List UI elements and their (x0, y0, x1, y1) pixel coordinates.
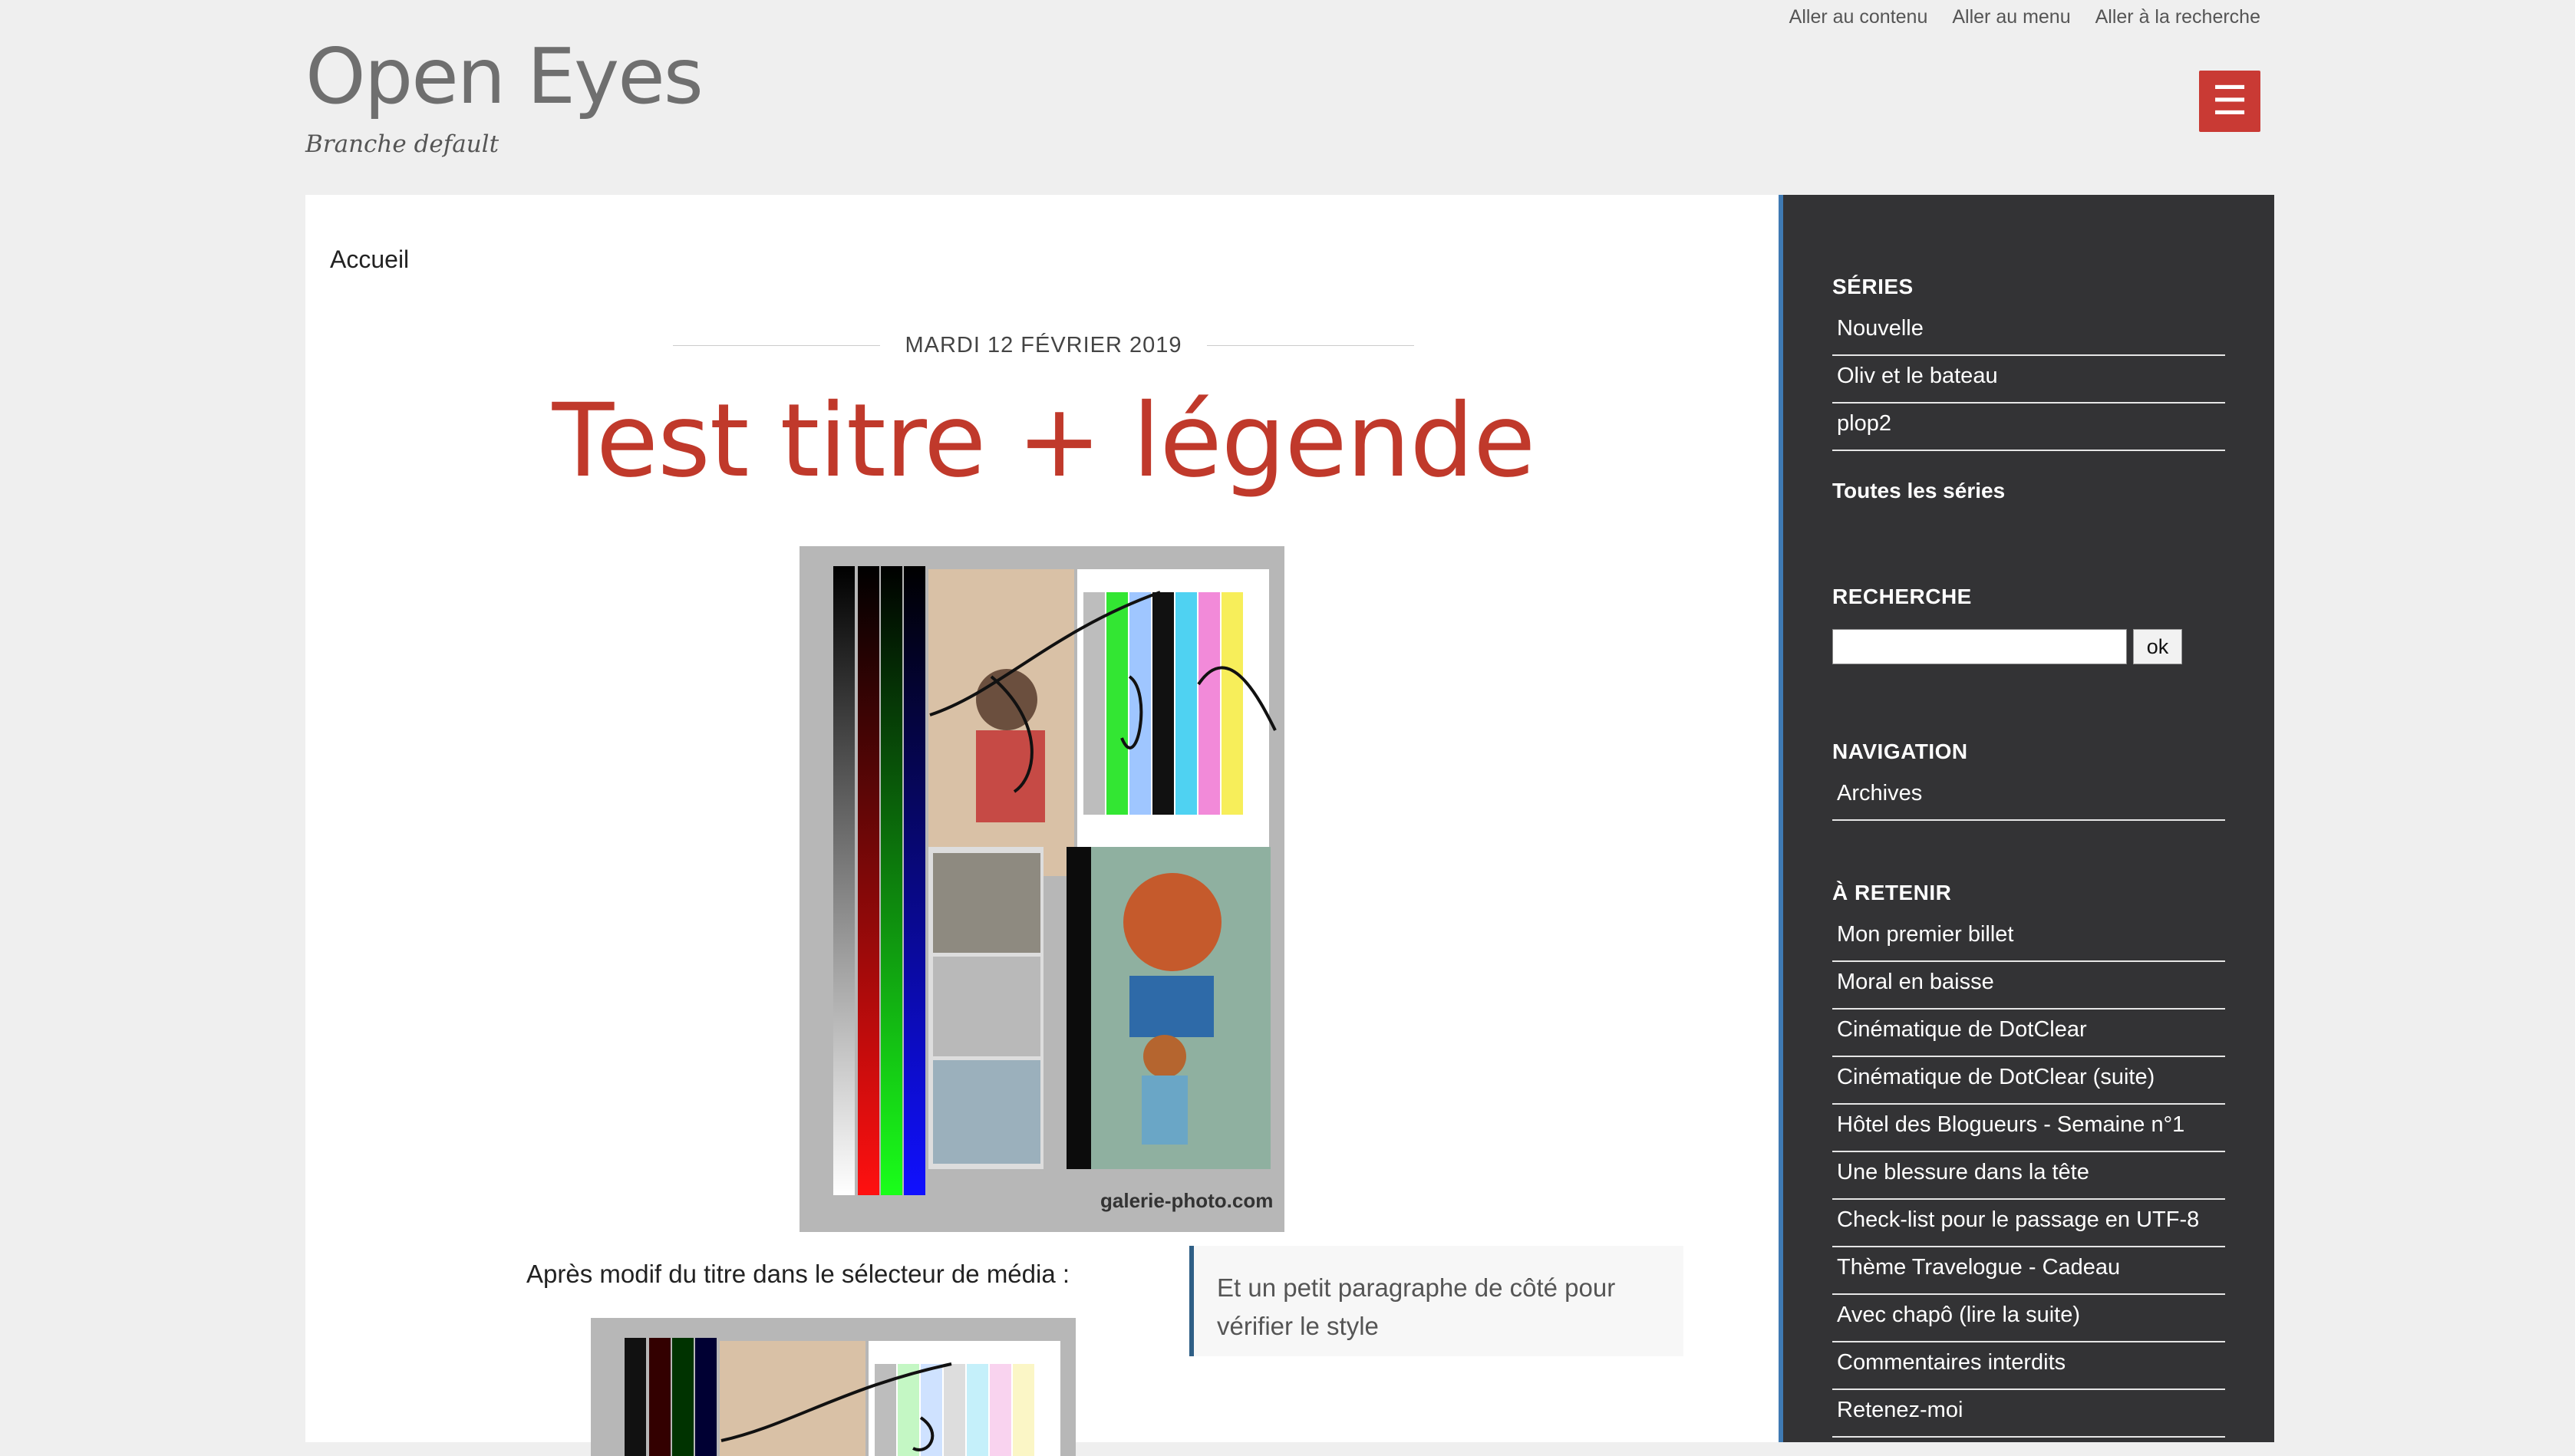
search-input[interactable] (1832, 629, 2127, 664)
search-button[interactable]: ok (2133, 629, 2182, 664)
skip-links: Aller au contenu Aller au menu Aller à l… (1789, 6, 2260, 28)
retenir-item[interactable]: Cinématique de DotClear (1832, 1010, 2225, 1057)
retenir-item[interactable]: Thème Travelogue - Cadeau (1832, 1247, 2225, 1295)
image-watermark-text: galerie-photo.com (1100, 1189, 1273, 1212)
date-rule-left (673, 345, 881, 346)
skip-to-search-link[interactable]: Aller à la recherche (2095, 6, 2260, 28)
retenir-item[interactable]: Mon premier billet (1832, 914, 2225, 962)
post-image-2[interactable] (591, 1318, 1076, 1456)
widget-retenir-heading: À RETENIR (1832, 881, 1952, 904)
hamburger-icon: ☰ (2211, 79, 2248, 124)
widget-navigation: NAVIGATION Archives (1832, 740, 2225, 821)
widget-retenir: À RETENIR Mon premier billet Moral en ba… (1832, 881, 2225, 1438)
retenir-item[interactable]: Une blessure dans la tête (1832, 1152, 2225, 1200)
aside-text: Et un petit paragraphe de côté pour véri… (1217, 1273, 1616, 1340)
post-title[interactable]: Test titre + légende (305, 382, 1782, 500)
widget-series: SÉRIES Nouvelle Oliv et le bateau plop2 … (1832, 275, 2225, 503)
site-title[interactable]: Open Eyes (305, 38, 704, 115)
date-rule-right (1206, 345, 1414, 346)
site-description: Branche default (305, 130, 500, 158)
menu-button[interactable]: ☰ (2199, 71, 2260, 132)
breadcrumb[interactable]: Accueil (330, 245, 409, 274)
post-date: MARDI 12 FÉVRIER 2019 (905, 333, 1182, 357)
skip-to-content-link[interactable]: Aller au contenu (1789, 6, 1928, 28)
series-item[interactable]: Oliv et le bateau (1832, 356, 2225, 404)
retenir-item[interactable]: Avec chapô (lire la suite) (1832, 1295, 2225, 1342)
retenir-item[interactable]: Retenez-moi (1832, 1390, 2225, 1438)
series-item[interactable]: plop2 (1832, 404, 2225, 451)
series-item[interactable]: Nouvelle (1832, 308, 2225, 356)
aside-paragraph: Et un petit paragraphe de côté pour véri… (1189, 1246, 1683, 1356)
retenir-item[interactable]: Cinématique de DotClear (suite) (1832, 1057, 2225, 1105)
retenir-item[interactable]: Check-list pour le passage en UTF-8 (1832, 1200, 2225, 1247)
post-date-row: MARDI 12 FÉVRIER 2019 (305, 333, 1782, 358)
skip-to-menu-link[interactable]: Aller au menu (1952, 6, 2070, 28)
main-content: Accueil MARDI 12 FÉVRIER 2019 Test titre… (305, 195, 1782, 1456)
all-series-link[interactable]: Toutes les séries (1832, 479, 2225, 503)
retenir-item[interactable]: Commentaires interdits (1832, 1342, 2225, 1390)
widget-series-heading: SÉRIES (1832, 275, 1914, 298)
post-image[interactable]: galerie-photo.com (800, 546, 1284, 1232)
widget-search: RECHERCHE ok (1832, 585, 2225, 664)
image-caption: Après modif du titre dans le sélecteur d… (526, 1260, 1070, 1288)
widget-search-heading: RECHERCHE (1832, 585, 1972, 608)
sidebar: SÉRIES Nouvelle Oliv et le bateau plop2 … (1779, 195, 2274, 1442)
retenir-item[interactable]: Moral en baisse (1832, 962, 2225, 1010)
retenir-item[interactable]: Hôtel des Blogueurs - Semaine n°1 (1832, 1105, 2225, 1152)
widget-navigation-heading: NAVIGATION (1832, 740, 1968, 763)
navigation-item-archives[interactable]: Archives (1832, 773, 2225, 821)
